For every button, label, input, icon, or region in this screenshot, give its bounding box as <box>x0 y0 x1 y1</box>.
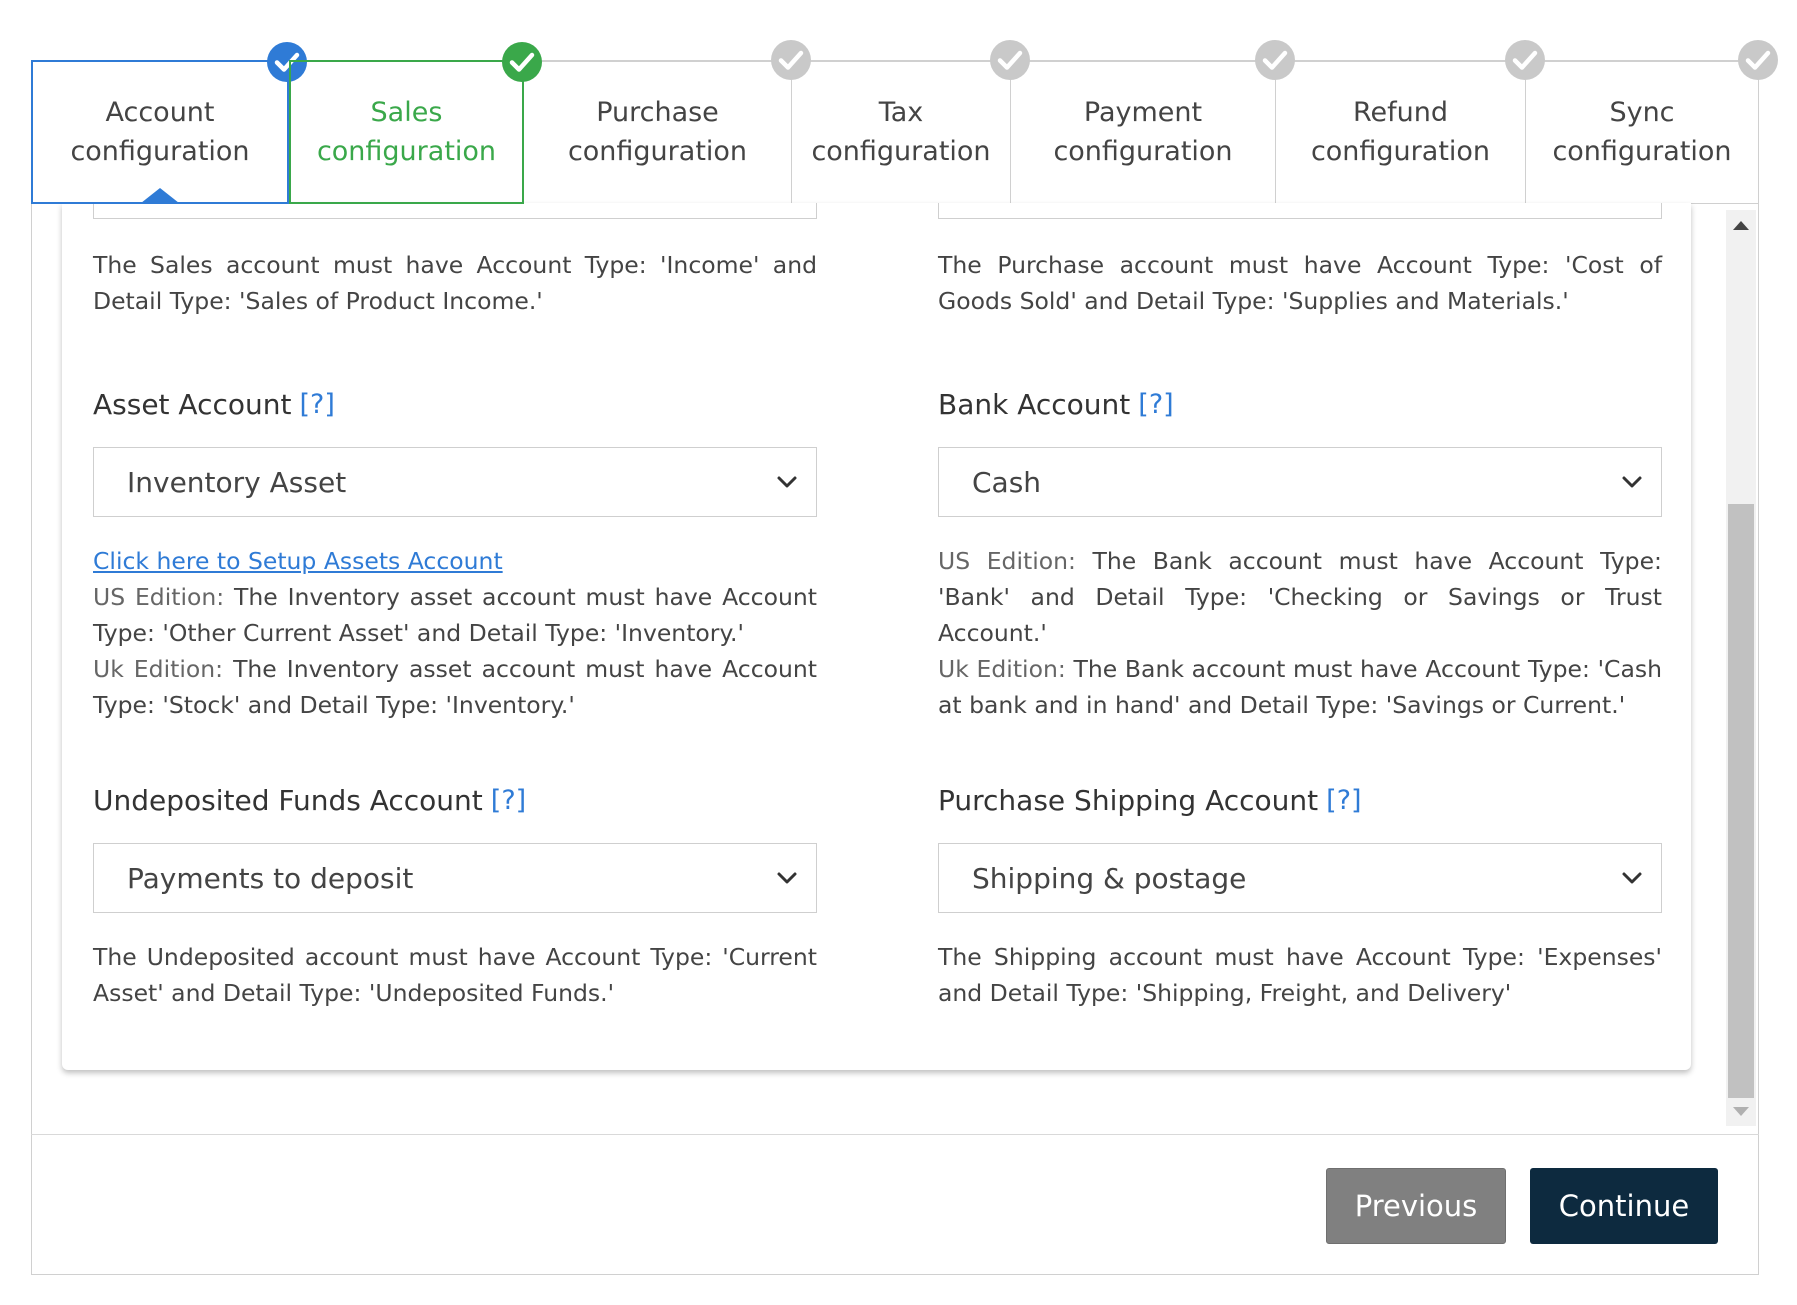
stepper: Account configuration Sales configuratio… <box>31 40 1778 204</box>
scroll-up-arrow-icon[interactable] <box>1726 210 1756 240</box>
check-pending-icon <box>1504 39 1546 81</box>
shipping-help-link[interactable]: [?] <box>1326 785 1361 816</box>
shipping-label-row: Purchase Shipping Account [?] <box>938 781 1662 819</box>
check-complete-icon <box>501 41 543 83</box>
asset-uk-edition-note: Uk Edition: The Inventory asset account … <box>93 651 817 723</box>
previous-button[interactable]: Previous <box>1326 1168 1506 1244</box>
asset-account-select[interactable]: Inventory Asset <box>93 447 817 517</box>
bank-account-value: Cash <box>972 465 1042 499</box>
step-tabs: Account configuration Sales configuratio… <box>31 40 1778 204</box>
setup-assets-account-link[interactable]: Click here to Setup Assets Account <box>93 547 503 575</box>
tab-label: Sales configuration <box>316 97 497 167</box>
purchase-account-select-stub[interactable] <box>938 203 1662 219</box>
undeposited-account-value: Payments to deposit <box>127 861 414 895</box>
shipping-account-note: The Shipping account must have Account T… <box>938 943 1662 1007</box>
bank-account-notes: US Edition: The Bank account must have A… <box>938 543 1662 723</box>
tab-purchase-configuration[interactable]: Purchase configuration <box>524 40 811 204</box>
shipping-account-group: Purchase Shipping Account [?] Shipping &… <box>938 781 1662 1011</box>
settings-card: The Sales account must have Account Type… <box>62 203 1691 1070</box>
shipping-account-select[interactable]: Shipping & postage <box>938 843 1662 913</box>
tab-label: Tax configuration <box>811 97 991 167</box>
vertical-scrollbar[interactable] <box>1726 210 1756 1126</box>
chevron-down-icon <box>776 867 798 889</box>
chevron-down-icon <box>1621 867 1643 889</box>
sales-account-select-stub[interactable] <box>93 203 817 219</box>
undeposited-account-group: Undeposited Funds Account [?] Payments t… <box>93 781 817 1011</box>
tab-tax-configuration[interactable]: Tax configuration <box>792 40 1030 204</box>
check-pending-icon <box>770 39 812 81</box>
scroll-thumb[interactable] <box>1728 504 1754 1098</box>
chevron-down-icon <box>1621 471 1643 493</box>
tab-label: Sync configuration <box>1552 97 1732 167</box>
bank-account-help-link[interactable]: [?] <box>1138 389 1173 420</box>
chevron-down-icon <box>776 471 798 493</box>
us-edition-prefix: US Edition: <box>938 547 1076 575</box>
undeposited-account-label: Undeposited Funds Account <box>93 783 483 817</box>
purchase-account-note: The Purchase account must have Account T… <box>938 251 1662 315</box>
check-pending-icon <box>1254 39 1296 81</box>
tab-sync-configuration[interactable]: Sync configuration <box>1526 40 1778 204</box>
bank-us-edition-note: US Edition: The Bank account must have A… <box>938 543 1662 651</box>
asset-us-edition-note: US Edition: The Inventory asset account … <box>93 579 817 651</box>
asset-account-help-link[interactable]: [?] <box>300 389 335 420</box>
undeposited-account-note: The Undeposited account must have Accoun… <box>93 943 817 1007</box>
asset-account-label-row: Asset Account [?] <box>93 385 817 423</box>
asset-account-label: Asset Account <box>93 387 292 421</box>
check-pending-icon <box>1737 39 1779 81</box>
scroll-down-arrow-icon[interactable] <box>1726 1096 1756 1126</box>
undeposited-account-select[interactable]: Payments to deposit <box>93 843 817 913</box>
bank-account-select[interactable]: Cash <box>938 447 1662 517</box>
bank-account-group: Bank Account [?] Cash US Edition: The Ba… <box>938 385 1662 723</box>
bank-uk-edition-note: Uk Edition: The Bank account must have A… <box>938 651 1662 723</box>
tab-label: Purchase configuration <box>567 97 748 167</box>
sales-account-note: The Sales account must have Account Type… <box>93 251 817 315</box>
bank-account-label: Bank Account <box>938 387 1131 421</box>
footer-divider <box>31 1134 1759 1135</box>
asset-account-value: Inventory Asset <box>127 465 347 499</box>
tab-refund-configuration[interactable]: Refund configuration <box>1276 40 1545 204</box>
left-column: The Sales account must have Account Type… <box>93 247 817 319</box>
uk-edition-prefix: Uk Edition: <box>93 655 224 683</box>
uk-edition-prefix: Uk Edition: <box>938 655 1066 683</box>
tab-account-configuration[interactable]: Account configuration <box>31 42 307 204</box>
continue-button[interactable]: Continue <box>1530 1168 1718 1244</box>
shipping-account-value: Shipping & postage <box>972 861 1247 895</box>
undeposited-help-link[interactable]: [?] <box>491 785 526 816</box>
tab-payment-configuration[interactable]: Payment configuration <box>1011 40 1295 204</box>
undeposited-label-row: Undeposited Funds Account [?] <box>93 781 817 819</box>
us-edition-prefix: US Edition: <box>93 583 225 611</box>
tab-label: Payment configuration <box>1053 97 1233 167</box>
asset-account-notes: Click here to Setup Assets Account US Ed… <box>93 543 817 723</box>
tab-sales-configuration[interactable]: Sales configuration <box>289 42 542 204</box>
tab-label: Refund configuration <box>1310 97 1491 167</box>
right-column: The Purchase account must have Account T… <box>938 247 1662 319</box>
shipping-account-label: Purchase Shipping Account <box>938 783 1319 817</box>
active-caret <box>141 188 179 203</box>
asset-account-group: Asset Account [?] Inventory Asset Click … <box>93 385 817 723</box>
bank-account-label-row: Bank Account [?] <box>938 385 1662 423</box>
tab-label: Account configuration <box>70 97 250 167</box>
check-pending-icon <box>989 39 1031 81</box>
